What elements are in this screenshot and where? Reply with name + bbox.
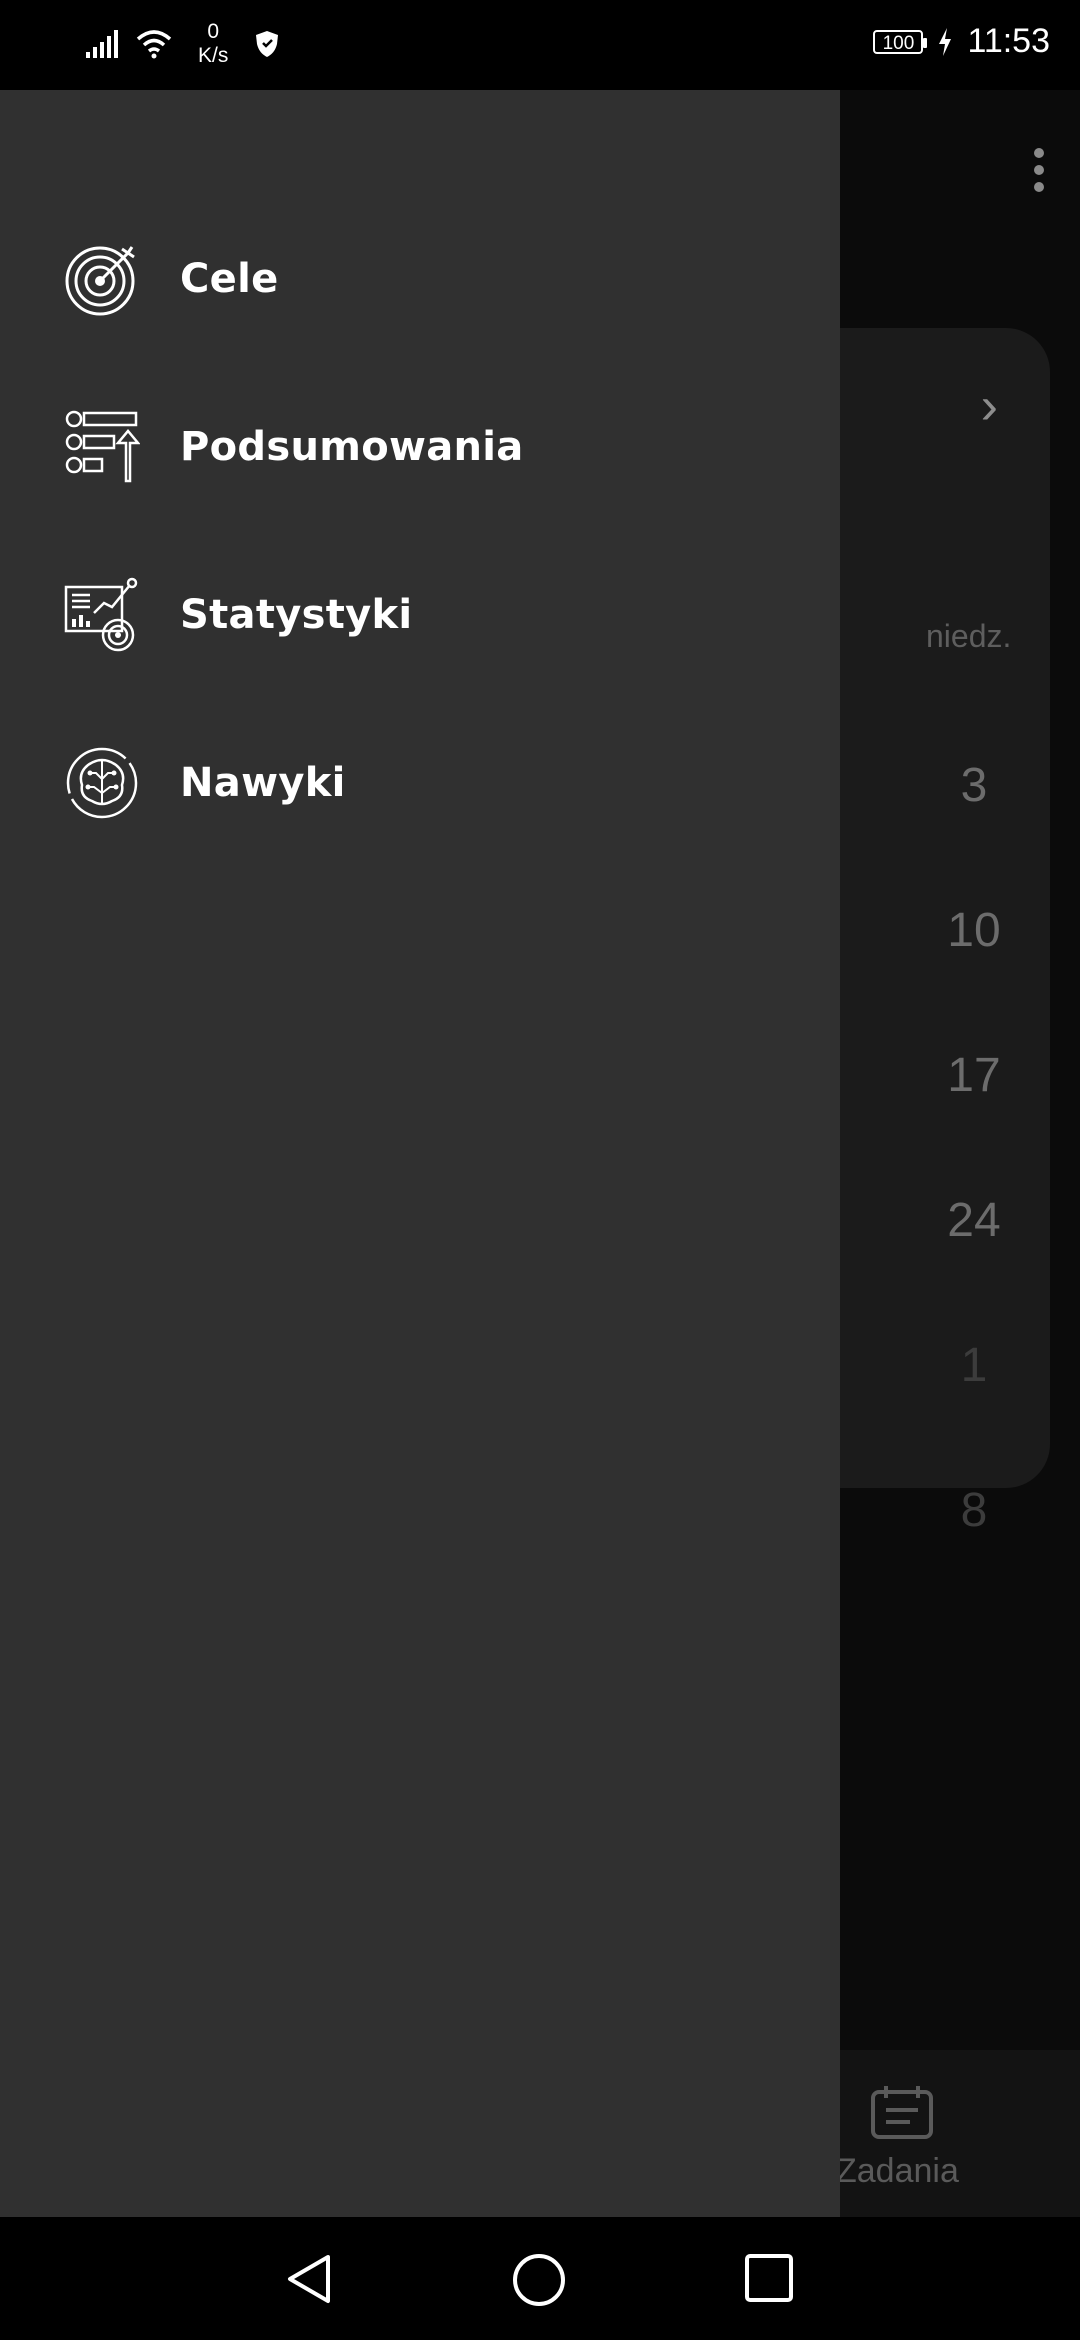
calendar-day[interactable]: 10 bbox=[924, 903, 1024, 958]
speed-unit: K/s bbox=[198, 44, 229, 67]
ranking-list-icon bbox=[65, 410, 140, 483]
more-options-icon[interactable] bbox=[1034, 148, 1044, 199]
status-bar: 0 K/s 100 11:53 bbox=[0, 0, 1080, 90]
calendar-day[interactable]: 1 bbox=[924, 1338, 1024, 1393]
clock: 11:53 bbox=[967, 22, 1050, 60]
back-icon[interactable] bbox=[284, 2253, 334, 2305]
navigation-drawer: Cele Podsumowania Statystyki Nawyki bbox=[0, 90, 840, 2217]
calendar-tasks-icon[interactable] bbox=[870, 2084, 934, 2140]
shield-icon bbox=[256, 31, 279, 57]
battery-indicator: 100 bbox=[873, 29, 928, 54]
calendar-day[interactable]: 3 bbox=[924, 758, 1024, 813]
drawer-item-label: Podsumowania bbox=[180, 424, 524, 470]
calendar-day[interactable]: 8 bbox=[924, 1483, 1024, 1538]
bottom-nav-tasks-label[interactable]: Zadania bbox=[836, 2152, 959, 2191]
drawer-item-statistics[interactable]: Statystyki bbox=[0, 550, 840, 680]
chevron-right-icon[interactable]: › bbox=[981, 376, 998, 436]
wifi-icon bbox=[136, 30, 172, 59]
calendar-day-name: niedz. bbox=[926, 618, 1012, 654]
home-icon[interactable] bbox=[512, 2253, 566, 2307]
charging-icon bbox=[939, 27, 952, 56]
brain-icon bbox=[66, 747, 138, 819]
recents-icon[interactable] bbox=[744, 2253, 794, 2303]
drawer-item-goals[interactable]: Cele bbox=[0, 214, 840, 344]
network-speed: 0 K/s bbox=[198, 20, 228, 68]
drawer-item-summaries[interactable]: Podsumowania bbox=[0, 382, 840, 512]
drawer-item-label: Nawyki bbox=[180, 760, 346, 806]
calendar-day[interactable]: 24 bbox=[924, 1193, 1024, 1248]
drawer-item-label: Cele bbox=[180, 256, 279, 302]
drawer-item-label: Statystyki bbox=[180, 592, 413, 638]
target-icon bbox=[65, 246, 135, 316]
system-navigation-bar bbox=[0, 2217, 1080, 2340]
statistics-icon bbox=[64, 577, 138, 652]
status-left: 0 K/s bbox=[86, 20, 280, 68]
drawer-item-habits[interactable]: Nawyki bbox=[0, 718, 840, 848]
speed-value: 0 bbox=[207, 20, 220, 43]
signal-icon bbox=[86, 30, 118, 58]
calendar-day[interactable]: 17 bbox=[924, 1048, 1024, 1103]
status-right: 100 11:53 bbox=[873, 22, 1050, 61]
